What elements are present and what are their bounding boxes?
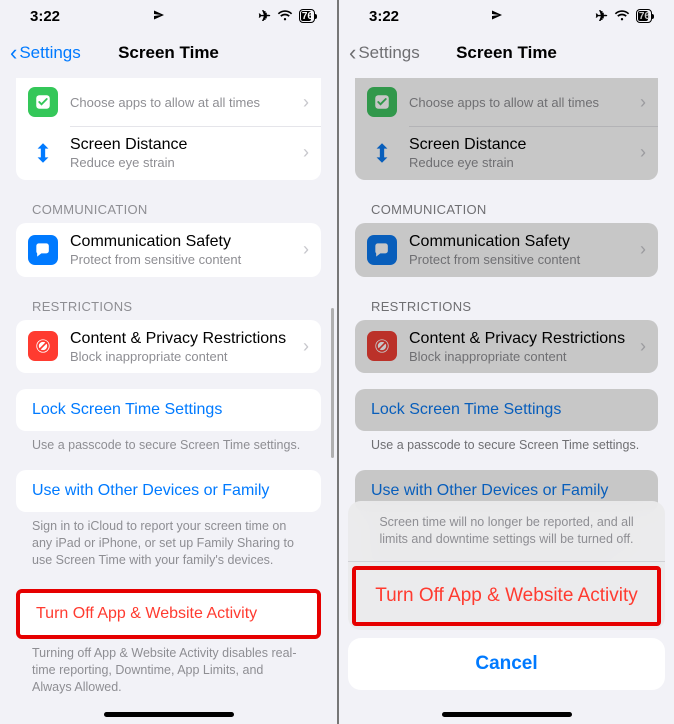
check-shield-icon [28, 87, 58, 117]
nav-back-button[interactable]: ‹ Settings [10, 40, 81, 66]
check-shield-icon [367, 87, 397, 117]
communication-header: COMMUNICATION [371, 202, 642, 217]
chevron-right-icon: › [303, 92, 309, 113]
battery-icon: 76 [636, 9, 652, 23]
row-communication-safety[interactable]: Communication Safety Protect from sensit… [16, 223, 321, 277]
distance-icon [28, 138, 58, 168]
screenshot-left: 3:22 ✈︎ 76 ‹ Settings Screen Time [0, 0, 337, 724]
status-icons: ✈︎ 76 [258, 7, 315, 25]
communication-header: COMMUNICATION [32, 202, 305, 217]
chevron-right-icon: › [303, 336, 309, 357]
row-communication-safety: Communication Safety Protect from sensit… [355, 223, 658, 277]
home-indicator[interactable] [442, 712, 572, 717]
family-footer: Sign in to iCloud to report your screen … [32, 518, 305, 569]
sheet-message: Screen time will no longer be reported, … [348, 501, 665, 561]
turn-off-footer: Turning off App & Website Activity disab… [32, 645, 305, 696]
link-family[interactable]: Use with Other Devices or Family [16, 470, 321, 512]
lock-footer: Use a passcode to secure Screen Time set… [32, 437, 305, 454]
chevron-right-icon: › [303, 142, 309, 163]
chat-bubble-icon [28, 235, 58, 265]
page-content: Choose apps to allow at all times › Scre… [0, 78, 337, 724]
link-lock-screen-time: Lock Screen Time Settings [355, 389, 658, 431]
row-always-allowed: Choose apps to allow at all times › [355, 78, 658, 126]
screenshot-right: 3:22 ✈︎ 76 ‹ Settings Screen Time [337, 0, 674, 724]
restrictions-header: RESTRICTIONS [32, 299, 305, 314]
no-entry-icon [367, 331, 397, 361]
status-time: 3:22 [369, 8, 399, 25]
row-screen-distance: Screen Distance Reduce eye strain › [355, 126, 658, 180]
row-content-privacy[interactable]: Content & Privacy Restrictions Block ina… [16, 320, 321, 374]
status-bar: 3:22 ✈︎ 76 [0, 0, 337, 28]
nav-back-button: ‹ Settings [349, 40, 420, 66]
chevron-right-icon: › [640, 142, 646, 163]
sheet-cancel-button[interactable]: Cancel [348, 638, 665, 690]
chevron-right-icon: › [640, 239, 646, 260]
wifi-icon [277, 10, 293, 22]
status-time: 3:22 [30, 8, 60, 25]
link-lock-screen-time[interactable]: Lock Screen Time Settings [16, 389, 321, 431]
no-entry-icon [28, 331, 58, 361]
row-always-allowed[interactable]: Choose apps to allow at all times › [16, 78, 321, 126]
home-indicator[interactable] [104, 712, 234, 717]
nav-bar: ‹ Settings Screen Time [339, 28, 674, 78]
row-content-privacy: Content & Privacy Restrictions Block ina… [355, 320, 658, 374]
chevron-right-icon: › [640, 336, 646, 357]
airplane-icon: ✈︎ [595, 7, 608, 25]
row-screen-distance[interactable]: Screen Distance Reduce eye strain › [16, 126, 321, 180]
restrictions-header: RESTRICTIONS [371, 299, 642, 314]
lock-footer: Use a passcode to secure Screen Time set… [371, 437, 642, 454]
link-turn-off-activity[interactable]: Turn Off App & Website Activity [16, 589, 321, 639]
scrollbar[interactable] [331, 308, 334, 458]
nav-bar: ‹ Settings Screen Time [0, 28, 337, 78]
sheet-turn-off-button[interactable]: Turn Off App & Website Activity [352, 566, 661, 626]
chevron-right-icon: › [303, 239, 309, 260]
distance-icon [367, 138, 397, 168]
chat-bubble-icon [367, 235, 397, 265]
airplane-icon: ✈︎ [258, 7, 271, 25]
chevron-right-icon: › [640, 92, 646, 113]
status-icons: ✈︎ 76 [595, 7, 652, 25]
status-bar: 3:22 ✈︎ 76 [339, 0, 674, 28]
action-sheet: Screen time will no longer be reported, … [339, 501, 674, 724]
battery-icon: 76 [299, 9, 315, 23]
chevron-left-icon: ‹ [10, 40, 17, 66]
wifi-icon [614, 10, 630, 22]
chevron-left-icon: ‹ [349, 40, 356, 66]
